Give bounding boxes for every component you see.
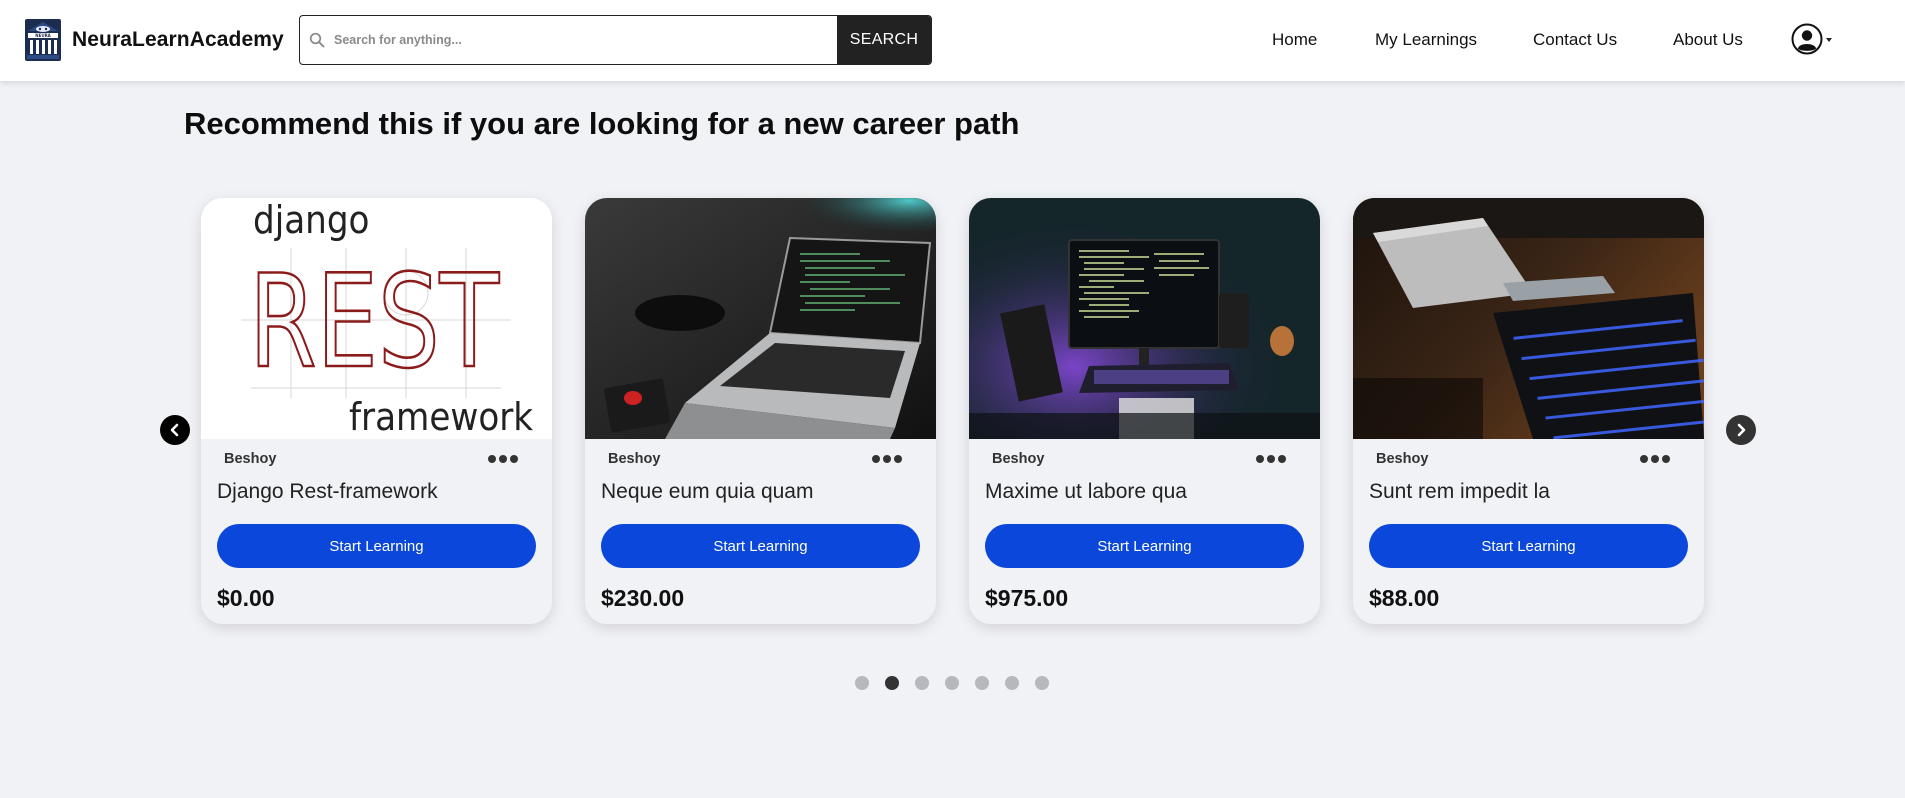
course-title[interactable]: Sunt rem impedit la <box>1369 480 1550 504</box>
django-word: django <box>253 198 369 242</box>
django-rest-framework-logo: django REST framework <box>201 198 552 439</box>
keyboard-desk-photo <box>1353 198 1704 439</box>
user-avatar-icon <box>1791 23 1823 55</box>
course-title[interactable]: Django Rest-framework <box>217 480 438 504</box>
chevron-right-icon[interactable] <box>1726 415 1756 445</box>
course-price: $230.00 <box>601 585 685 611</box>
course-author: Beshoy <box>992 451 1045 467</box>
account-menu[interactable] <box>1791 23 1832 55</box>
course-card[interactable]: Beshoy Maxime ut labore qua Start Learni… <box>969 198 1320 624</box>
chevron-left-icon[interactable] <box>160 415 190 445</box>
section-title: Recommend this if you are looking for a … <box>184 106 1020 141</box>
course-carousel: django REST framework Beshoy Django Rest… <box>0 198 1905 628</box>
course-card[interactable]: django REST framework Beshoy Django Rest… <box>201 198 552 624</box>
laptop-code-photo <box>585 198 936 439</box>
course-price: $88.00 <box>1369 585 1440 611</box>
course-card[interactable]: Beshoy Sunt rem impedit la Start Learnin… <box>1353 198 1704 624</box>
start-learning-button[interactable]: Start Learning <box>601 524 920 568</box>
course-author: Beshoy <box>608 451 661 467</box>
course-author: Beshoy <box>224 451 277 467</box>
start-learning-button[interactable]: Start Learning <box>985 524 1304 568</box>
nav-about-us[interactable]: About Us <box>1673 30 1743 50</box>
start-learning-button[interactable]: Start Learning <box>1369 524 1688 568</box>
course-title[interactable]: Maxime ut labore qua <box>985 480 1187 504</box>
course-price: $975.00 <box>985 585 1069 611</box>
course-card[interactable]: Beshoy Neque eum quia quam Start Learnin… <box>585 198 936 624</box>
more-options-icon[interactable] <box>488 455 518 463</box>
framework-word: framework <box>349 395 533 439</box>
more-options-icon[interactable] <box>1256 455 1286 463</box>
top-navbar: NEURA NeuraLearnAcademy SEARCH Home My L… <box>0 0 1905 81</box>
nav-my-learnings[interactable]: My Learnings <box>1375 30 1477 50</box>
course-author: Beshoy <box>1376 451 1429 467</box>
monitor-code-photo <box>969 198 1320 439</box>
course-title[interactable]: Neque eum quia quam <box>601 480 813 504</box>
carousel-dot[interactable] <box>1035 676 1049 690</box>
start-learning-button[interactable]: Start Learning <box>217 524 536 568</box>
course-price: $0.00 <box>217 585 275 611</box>
more-options-icon[interactable] <box>872 455 902 463</box>
carousel-dot[interactable] <box>915 676 929 690</box>
carousel-dot[interactable] <box>1005 676 1019 690</box>
rest-word: REST <box>249 248 500 397</box>
nav-home[interactable]: Home <box>1272 30 1317 50</box>
carousel-dot-active[interactable] <box>885 676 899 690</box>
carousel-dot[interactable] <box>945 676 959 690</box>
caret-down-icon <box>1826 38 1832 42</box>
more-options-icon[interactable] <box>1640 455 1670 463</box>
carousel-dot[interactable] <box>975 676 989 690</box>
main-nav: Home My Learnings Contact Us About Us <box>0 0 1905 81</box>
nav-contact-us[interactable]: Contact Us <box>1533 30 1617 50</box>
carousel-pagination <box>855 676 1049 690</box>
carousel-dot[interactable] <box>855 676 869 690</box>
